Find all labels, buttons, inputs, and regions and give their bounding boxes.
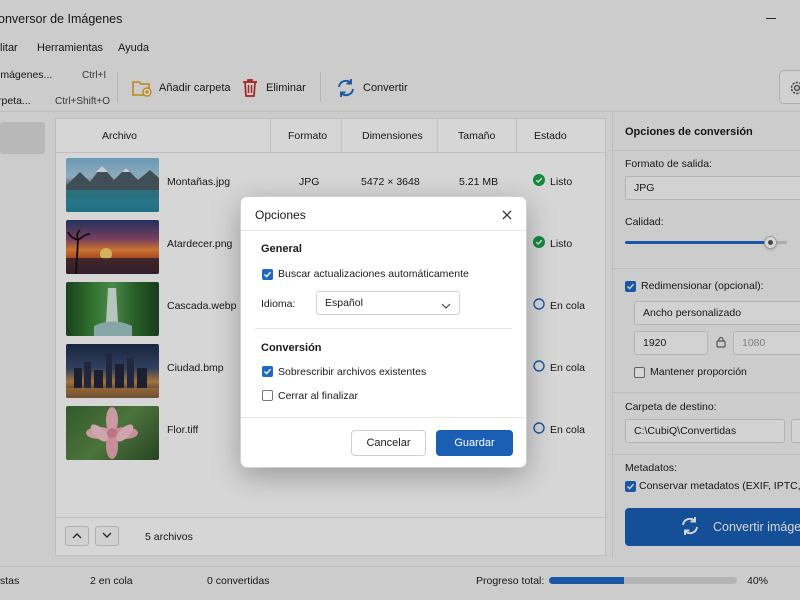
dialog-title: Opciones — [255, 208, 306, 222]
overwrite-label: Sobrescribir archivos existentes — [278, 366, 427, 378]
cancel-button[interactable]: Cancelar — [351, 430, 426, 456]
close-on-finish-label: Cerrar al finalizar — [278, 390, 358, 402]
options-dialog: Opciones General Buscar actualizaciones … — [240, 196, 527, 468]
conversion-section-title: Conversión — [261, 342, 322, 354]
language-value: Español — [325, 297, 363, 309]
overwrite-checkbox[interactable] — [262, 366, 273, 377]
general-section-title: General — [261, 243, 302, 255]
auto-update-checkbox[interactable] — [262, 269, 273, 280]
language-label: Idioma: — [261, 298, 296, 310]
save-button[interactable]: Guardar — [436, 430, 513, 456]
close-on-finish-checkbox[interactable] — [262, 390, 273, 401]
auto-update-label: Buscar actualizaciones automáticamente — [278, 268, 469, 280]
chevron-down-icon — [441, 300, 451, 312]
close-icon[interactable] — [501, 209, 513, 221]
language-select[interactable]: Español — [316, 291, 460, 315]
